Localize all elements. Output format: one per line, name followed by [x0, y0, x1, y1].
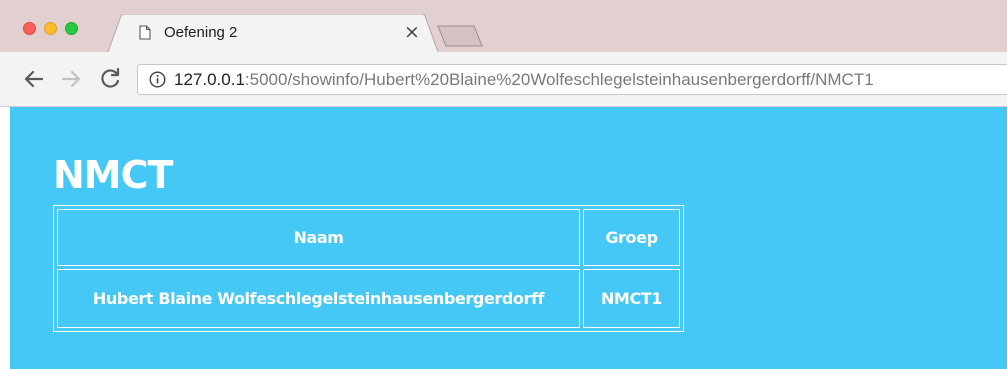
maximize-window-button[interactable]	[65, 22, 78, 35]
url-host: 127.0.0.1	[174, 70, 245, 89]
info-circle-icon[interactable]	[149, 71, 166, 88]
tab-bar: Oefening 2 ×	[0, 0, 1007, 52]
url-text: 127.0.0.1:5000/showinfo/Hubert%20Blaine%…	[174, 70, 874, 90]
column-header-groep: Groep	[583, 209, 680, 266]
tab-title: Oefening 2	[164, 24, 238, 41]
info-table: Naam Groep Hubert Blaine Wolfeschlegelst…	[53, 205, 684, 332]
url-path: :5000/showinfo/Hubert%20Blaine%20Wolfesc…	[244, 70, 874, 89]
reload-icon[interactable]	[97, 66, 123, 92]
tab-shape	[108, 14, 438, 52]
close-window-button[interactable]	[23, 22, 36, 35]
page-title: NMCT	[53, 153, 173, 197]
address-bar[interactable]: 127.0.0.1:5000/showinfo/Hubert%20Blaine%…	[137, 64, 1007, 95]
minimize-window-button[interactable]	[44, 22, 57, 35]
back-icon[interactable]	[21, 66, 47, 92]
page-content: NMCT Naam Groep Hubert Blaine Wolfeschle…	[10, 107, 1007, 369]
forward-icon[interactable]	[58, 66, 84, 92]
cell-naam: Hubert Blaine Wolfeschlegelsteinhausenbe…	[57, 269, 580, 328]
column-header-naam: Naam	[57, 209, 580, 266]
document-icon	[139, 25, 151, 40]
table-header-row: Naam Groep	[57, 209, 680, 266]
browser-tab-active[interactable]: Oefening 2 ×	[108, 14, 438, 52]
cell-groep: NMCT1	[583, 269, 680, 328]
tab-close-icon[interactable]: ×	[404, 21, 420, 43]
new-tab-button[interactable]	[436, 24, 484, 48]
browser-toolbar: 127.0.0.1:5000/showinfo/Hubert%20Blaine%…	[0, 52, 1007, 107]
browser-window: Oefening 2 × 127.0.0.1:5000/showinfo/Hub…	[0, 0, 1007, 369]
table-row: Hubert Blaine Wolfeschlegelsteinhausenbe…	[57, 269, 680, 328]
